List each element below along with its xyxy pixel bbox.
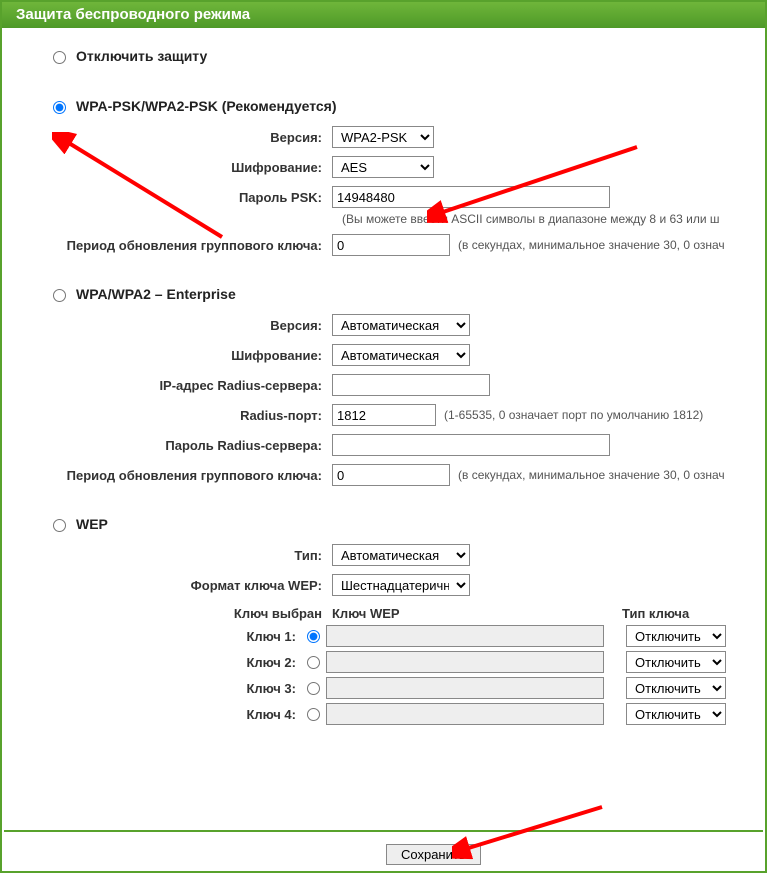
wpaent-radiuspw-label: Пароль Radius-сервера: (2, 438, 332, 453)
wep-key2-input[interactable] (326, 651, 604, 673)
wpaent-gk-input[interactable] (332, 464, 450, 486)
wep-col-key: Ключ WEP (332, 606, 622, 621)
wpaent-radiusport-input[interactable] (332, 404, 436, 426)
wep-key3-input[interactable] (326, 677, 604, 699)
wpapsk-password-hint: (Вы можете ввести ASCII символы в диапаз… (342, 212, 765, 226)
label-disable: Отключить защиту (76, 48, 207, 64)
wep-key1-input[interactable] (326, 625, 604, 647)
wep-key4-radio[interactable] (307, 708, 320, 721)
wep-key2-radio[interactable] (307, 656, 320, 669)
wep-format-label: Формат ключа WEP: (2, 578, 332, 593)
wpaent-gk-label: Период обновления группового ключа: (2, 468, 332, 483)
wep-format-select[interactable]: Шестнадцатеричный (332, 574, 470, 596)
wep-key-row: Ключ 4: Отключить (2, 703, 765, 725)
wpapsk-gk-label: Период обновления группового ключа: (2, 238, 332, 253)
security-wep-head: WEP (2, 516, 765, 532)
wep-col-selected: Ключ выбран (2, 606, 332, 621)
wep-key1-radio[interactable] (307, 630, 320, 643)
wep-type-label: Тип: (2, 548, 332, 563)
wpaent-version-select[interactable]: Автоматическая (332, 314, 470, 336)
wep-col-keytype: Тип ключа (622, 606, 689, 621)
save-button[interactable]: Сохранить (386, 844, 481, 865)
wpapsk-version-select[interactable]: WPA2-PSK (332, 126, 434, 148)
label-wpaent: WPA/WPA2 – Enterprise (76, 286, 236, 302)
radio-wpaent[interactable] (53, 289, 66, 302)
radio-disable[interactable] (53, 51, 66, 64)
wep-key4-type[interactable]: Отключить (626, 703, 726, 725)
wep-key3-radio[interactable] (307, 682, 320, 695)
wep-key-row: Ключ 3: Отключить (2, 677, 765, 699)
wpapsk-gk-input[interactable] (332, 234, 450, 256)
wep-key-row: Ключ 1: Отключить (2, 625, 765, 647)
page-title: Защита беспроводного режима (2, 2, 765, 28)
radio-wep[interactable] (53, 519, 66, 532)
wpaent-version-label: Версия: (2, 318, 332, 333)
label-wpapsk: WPA-PSK/WPA2-PSK (Рекомендуется) (76, 98, 336, 114)
wpapsk-encryption-select[interactable]: AES (332, 156, 434, 178)
wep-key3-type[interactable]: Отключить (626, 677, 726, 699)
wpaent-radiusport-hint: (1-65535, 0 означает порт по умолчанию 1… (444, 408, 703, 422)
wep-key1-label: Ключ 1: (2, 629, 302, 644)
wep-key4-label: Ключ 4: (2, 707, 302, 722)
wpapsk-gk-hint: (в секундах, минимальное значение 30, 0 … (458, 238, 725, 252)
wpapsk-password-label: Пароль PSK: (2, 190, 332, 205)
wpaent-radiusip-input[interactable] (332, 374, 490, 396)
wpaent-gk-hint: (в секундах, минимальное значение 30, 0 … (458, 468, 725, 482)
label-wep: WEP (76, 516, 108, 532)
wep-type-select[interactable]: Автоматическая (332, 544, 470, 566)
wpapsk-version-label: Версия: (2, 130, 332, 145)
wpaent-encryption-label: Шифрование: (2, 348, 332, 363)
security-wpapsk-head: WPA-PSK/WPA2-PSK (Рекомендуется) (2, 98, 765, 114)
security-disable-head: Отключить защиту (2, 48, 765, 64)
divider (4, 830, 763, 832)
wpaent-radiusport-label: Radius-порт: (2, 408, 332, 423)
security-wpaent-head: WPA/WPA2 – Enterprise (2, 286, 765, 302)
wep-key4-input[interactable] (326, 703, 604, 725)
wpaent-encryption-select[interactable]: Автоматическая (332, 344, 470, 366)
wep-key-row: Ключ 2: Отключить (2, 651, 765, 673)
wep-key3-label: Ключ 3: (2, 681, 302, 696)
wep-key2-type[interactable]: Отключить (626, 651, 726, 673)
wep-key2-label: Ключ 2: (2, 655, 302, 670)
radio-wpapsk[interactable] (53, 101, 66, 114)
wpaent-radiusip-label: IP-адрес Radius-сервера: (2, 378, 332, 393)
wep-key1-type[interactable]: Отключить (626, 625, 726, 647)
wpapsk-encryption-label: Шифрование: (2, 160, 332, 175)
wpapsk-password-input[interactable] (332, 186, 610, 208)
wpaent-radiuspw-input[interactable] (332, 434, 610, 456)
